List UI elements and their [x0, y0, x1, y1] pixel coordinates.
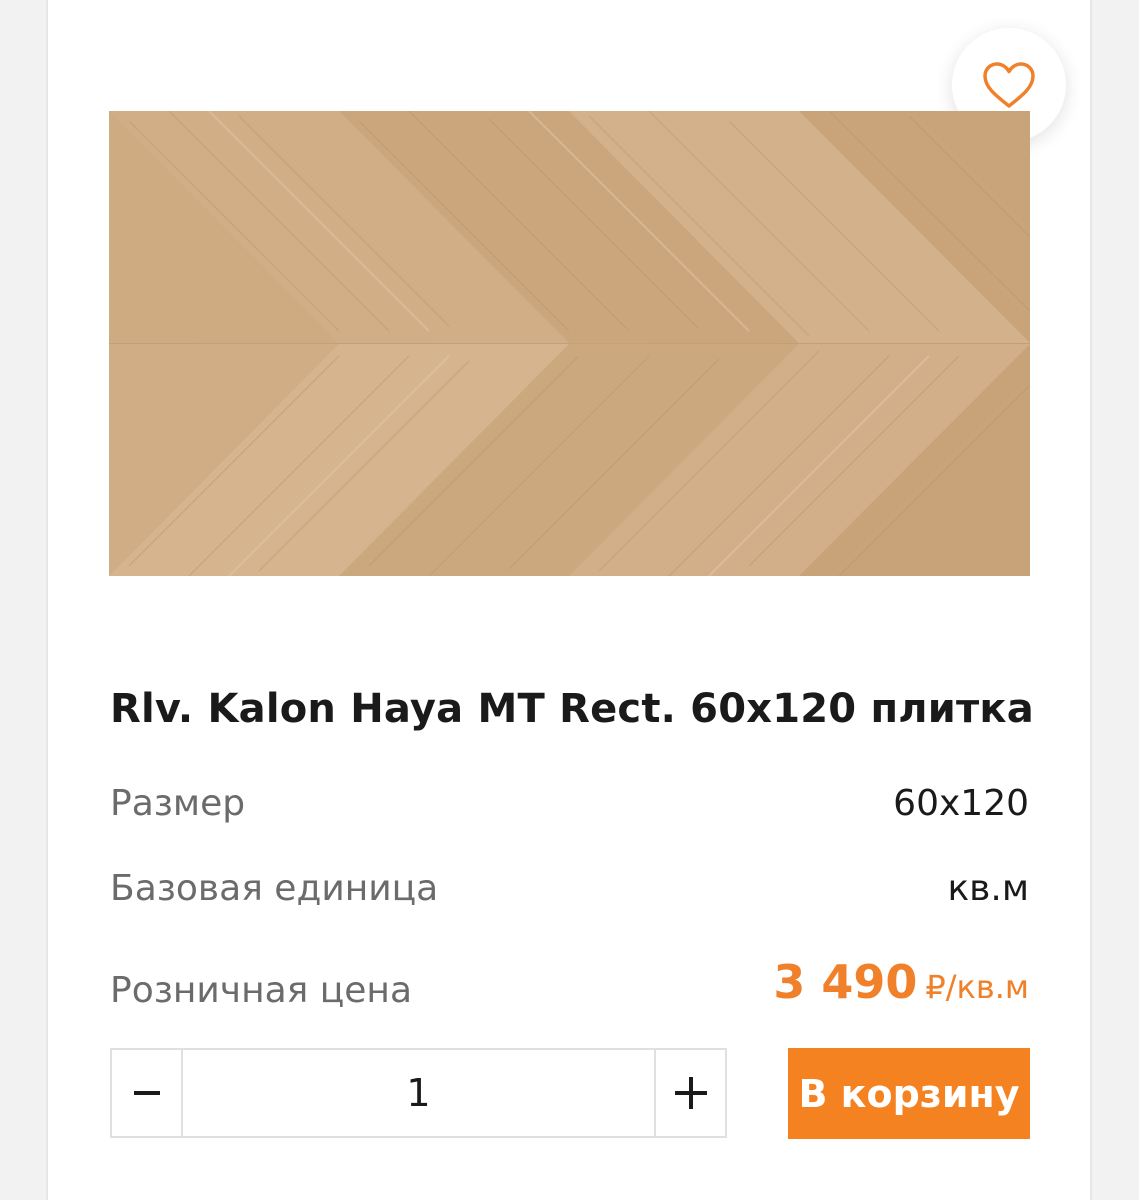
decrease-quantity-button[interactable] — [112, 1050, 183, 1136]
price-value: 3 490 — [773, 955, 918, 1009]
minus-icon — [133, 1091, 160, 1095]
product-image[interactable] — [109, 111, 1030, 576]
spec-label-size: Размер — [110, 783, 246, 824]
wood-herringbone-tile-image — [109, 111, 1030, 576]
heart-icon — [983, 62, 1035, 108]
price-label: Розничная цена — [110, 970, 413, 1011]
plus-icon — [674, 1077, 707, 1109]
price-unit: ₽/кв.м — [925, 968, 1029, 1006]
quantity-input[interactable]: 1 — [183, 1050, 654, 1136]
quantity-stepper: 1 — [110, 1048, 727, 1138]
increase-quantity-button[interactable] — [654, 1050, 725, 1136]
price: 3 490 ₽/кв.м — [773, 955, 1029, 1009]
add-to-cart-button[interactable]: В корзину — [788, 1048, 1030, 1139]
product-title[interactable]: Rlv. Kalon Haya MT Rect. 60x120 плитка — [110, 686, 1034, 732]
spec-value-base-unit: кв.м — [947, 868, 1029, 909]
spec-value-size: 60x120 — [893, 783, 1029, 824]
spec-label-base-unit: Базовая единица — [110, 868, 439, 909]
